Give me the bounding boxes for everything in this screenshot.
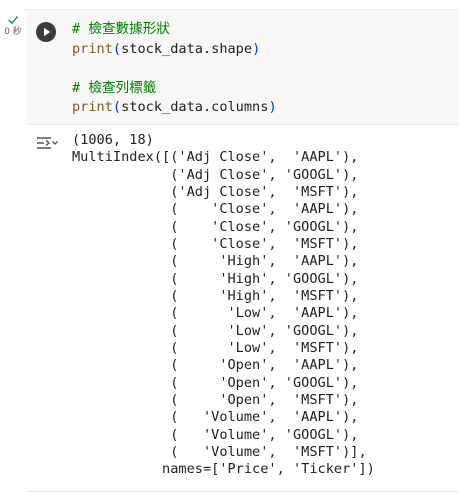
output-toggle-icon[interactable] [36, 136, 58, 150]
code-line: print(stock_data.shape) [72, 40, 261, 57]
output-line: ( 'Open', 'MSFT'), [72, 391, 359, 408]
run-cell-button[interactable] [36, 22, 56, 42]
output-line: ( 'Volume', 'AAPL'), [72, 409, 359, 426]
code-line: # 檢查數據形狀 [72, 21, 170, 37]
output-line: (1006, 18) [72, 132, 154, 148]
output-line: ( 'Open', 'AAPL'), [72, 357, 359, 374]
output-line: ( 'Close', 'AAPL'), [72, 201, 359, 218]
play-icon [44, 27, 51, 37]
output-line: ( 'Open', 'GOOGL'), [72, 374, 359, 391]
check-icon [8, 16, 18, 24]
output-line: ( 'Close', 'MSFT'), [72, 235, 359, 252]
output-line: MultiIndex([('Adj Close', 'AAPL'), [72, 149, 359, 166]
output-line: ( 'High', 'MSFT'), [72, 287, 359, 304]
code-cell[interactable]: # 檢查數據形狀 print(stock_data.shape) # 檢查列標籤 pr… [26, 9, 459, 125]
code-editor[interactable]: # 檢查數據形狀 print(stock_data.shape) # 檢查列標籤 pr… [72, 20, 277, 118]
cell-output: (1006, 18) MultiIndex([('Adj Close', 'AAP… [26, 125, 459, 492]
code-line: # 檢查列標籤 [72, 79, 157, 96]
execution-status: 0 秒 [0, 14, 26, 37]
output-line: ( 'Low', 'AAPL'), [72, 305, 359, 322]
code-line: print(stock_data.columns) [72, 99, 277, 115]
output-line: ( 'High', 'AAPL'), [72, 253, 359, 270]
output-line: ('Adj Close', 'MSFT'), [72, 183, 359, 200]
execution-time: 0 秒 [4, 27, 22, 37]
output-line: ( 'Volume', 'MSFT')], [72, 443, 367, 460]
output-text: (1006, 18) MultiIndex([('Adj Close', 'AAP… [72, 132, 375, 479]
output-line: ( 'High', 'GOOGL'), [72, 270, 359, 287]
output-line: ( 'Close', 'GOOGL'), [72, 218, 359, 235]
output-line: ( 'Volume', 'GOOGL'), [72, 426, 359, 443]
output-line: ('Adj Close', 'GOOGL'), [72, 166, 359, 183]
output-line: names=['Price', 'Ticker']) [72, 461, 375, 478]
output-line: ( 'Low', 'GOOGL'), [72, 322, 359, 339]
output-line: ( 'Low', 'MSFT'), [72, 339, 359, 356]
